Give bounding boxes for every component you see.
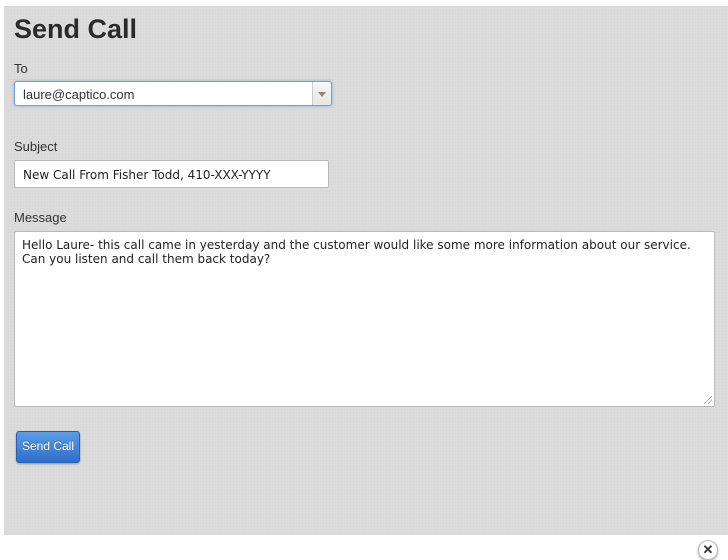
send-call-button[interactable]: Send Call xyxy=(16,431,80,463)
send-call-dialog: Send Call To laure@captico.com Subject N… xyxy=(4,6,728,535)
dropdown-arrow[interactable] xyxy=(312,82,331,105)
close-icon[interactable]: ✕ xyxy=(698,540,718,560)
message-label: Message xyxy=(14,210,67,225)
dialog-title: Send Call xyxy=(14,14,138,44)
resize-handle-icon[interactable] xyxy=(704,396,712,404)
message-text: Hello Laure- this call came in yesterday… xyxy=(22,238,691,266)
to-label: To xyxy=(14,61,28,76)
chevron-down-icon xyxy=(318,92,326,97)
message-textarea[interactable]: Hello Laure- this call came in yesterday… xyxy=(14,231,715,407)
to-select-value: laure@captico.com xyxy=(23,87,135,102)
to-select[interactable]: laure@captico.com xyxy=(14,81,332,106)
subject-label: Subject xyxy=(14,139,58,154)
subject-input[interactable]: New Call From Fisher Todd, 410-XXX-YYYY xyxy=(14,160,329,188)
